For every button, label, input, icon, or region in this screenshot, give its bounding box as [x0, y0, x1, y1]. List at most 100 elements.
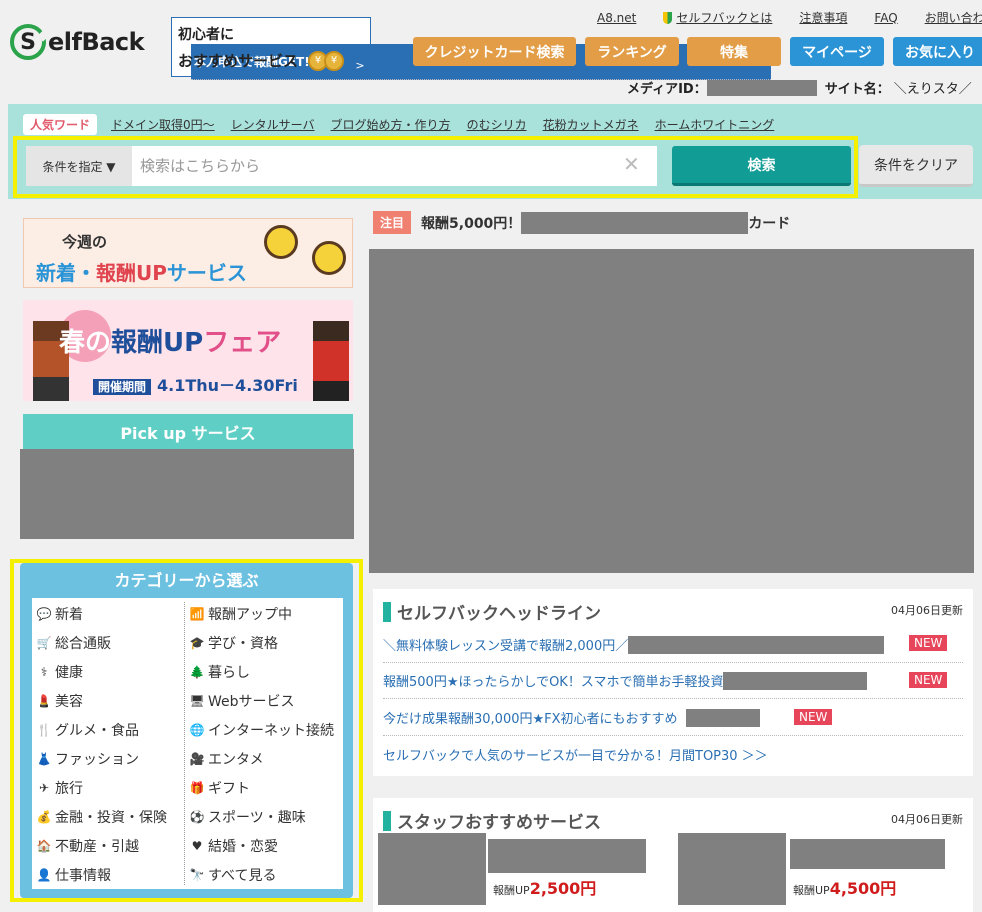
category-item[interactable]: ✈ 旅行 [36, 778, 83, 798]
banner-line2: おすすめサービス [178, 52, 299, 70]
gift-icon: 🎁 [189, 781, 205, 795]
dress-icon: 👗 [36, 752, 52, 766]
graduation-cap-icon: 🎓 [189, 636, 205, 650]
service-name-redacted [488, 839, 646, 873]
link-contact[interactable]: お問い合わせ [925, 9, 982, 26]
popular-word[interactable]: ホームホワイトニング [655, 116, 775, 133]
speech-bubble-icon: 💬 [36, 607, 52, 621]
popular-word[interactable]: ブログ始め方・作り方 [331, 116, 451, 133]
money-bag-icon: 💰 [36, 810, 52, 824]
selfback-logo[interactable]: S elfBack [10, 20, 145, 64]
category-item[interactable]: 🏠 不動産・引越 [36, 836, 139, 856]
bee-icon [312, 241, 346, 275]
link-a8net[interactable]: A8.net [597, 9, 636, 26]
lipstick-icon: 💄 [36, 694, 52, 708]
category-item[interactable]: 🌲 暮らし [189, 662, 250, 682]
media-id-label: メディアID： [627, 82, 707, 97]
new-badge: NEW [909, 635, 948, 651]
search-button[interactable]: 検索 [672, 146, 851, 186]
logo-s-mark: S [10, 24, 46, 60]
house-icon: 🏠 [36, 839, 52, 853]
category-item[interactable]: 🔭 すべて見る [189, 865, 277, 885]
pickup-image-redacted[interactable] [20, 449, 354, 539]
redacted [628, 635, 885, 654]
site-name-value: ＼えりスタ／ [893, 82, 972, 97]
clear-conditions-button[interactable]: 条件をクリア [859, 145, 973, 187]
person-icon: 👤 [36, 868, 52, 882]
category-item[interactable]: ♥ 結婚・恋愛 [189, 836, 278, 856]
category-label: Webサービス [208, 694, 295, 710]
spring-fair-banner[interactable]: 春の報酬UPフェア 開催期間 4.1Thu－4.30Fri [23, 300, 353, 401]
category-item[interactable]: 🌐 インターネット接続 [189, 720, 334, 740]
category-item[interactable]: 💬 新着 [36, 604, 83, 624]
link-notes[interactable]: 注意事項 [799, 9, 847, 26]
headline-item[interactable]: ＼無料体験レッスン受講で報酬2,000円／ [383, 627, 963, 663]
nav-mypage[interactable]: マイページ [790, 37, 884, 66]
top-links: A8.net セルフバックとは 注意事項 FAQ お問い合わせ [597, 9, 982, 26]
nav-ranking[interactable]: ランキング [585, 37, 679, 66]
category-item[interactable]: ⚽ スポーツ・趣味 [189, 807, 306, 827]
category-item[interactable]: 🎁 ギフト [189, 778, 250, 798]
category-label: 報酬アップ中 [208, 607, 292, 623]
category-item[interactable]: 📶 報酬アップ中 [189, 604, 292, 624]
nav-favorites[interactable]: お気に入り [893, 37, 982, 66]
popular-word[interactable]: 花粉カットメガネ [543, 116, 639, 133]
popular-words: 人気ワード ドメイン取得0円～ レンタルサーバ ブログ始め方・作り方 のむシリカ… [23, 114, 790, 135]
bar-chart-icon: 📶 [189, 607, 205, 621]
service-name-redacted [790, 839, 945, 869]
condition-dropdown[interactable]: 条件を指定 ▼ [26, 146, 132, 186]
category-list: 💬 新着 🛒 総合通販 ⚕ 健康 💄 美容 🍴 グルメ・食品 👗 ファッション ✈ 旅行 💰 金融・投資・保険… [32, 598, 343, 889]
binoculars-icon: 🔭 [189, 868, 205, 882]
category-label: 学び・資格 [208, 636, 278, 652]
category-item[interactable]: 🎥 エンタメ [189, 749, 264, 769]
bottle-icon: ⚕ [40, 665, 48, 679]
headline-item-top30[interactable]: セルフバックで人気のサービスが一目で分かる！月間TOP30 ＞＞ [383, 736, 963, 772]
category-item[interactable]: 🖥 Webサービス [189, 691, 295, 711]
woman-illustration [313, 321, 349, 401]
popular-word[interactable]: のむシリカ [467, 116, 527, 133]
service-image-redacted [378, 833, 486, 905]
search-input[interactable] [132, 146, 657, 186]
category-item[interactable]: ⚕ 健康 [36, 662, 83, 682]
main-visual-redacted[interactable] [369, 249, 974, 573]
category-item[interactable]: 🎓 学び・資格 [189, 633, 278, 653]
weekly-line2: 新着・報酬UPサービス [36, 261, 247, 285]
bee-icon [264, 225, 298, 259]
staff-title: スタッフおすすめサービス [383, 808, 601, 833]
category-label: ファッション [55, 752, 139, 768]
pickup-title: Pick up サービス [23, 414, 353, 449]
category-item[interactable]: 👗 ファッション [36, 749, 139, 769]
category-item[interactable]: 💰 金融・投資・保険 [36, 807, 167, 827]
category-item[interactable]: 🛒 総合通販 [36, 633, 111, 653]
category-label: 健康 [55, 665, 83, 681]
category-label: すべて見る [208, 868, 277, 884]
staff-picks-panel: スタッフおすすめサービス 04月06日更新 報酬UP2,500円 報酬UP4,5… [373, 798, 973, 912]
clear-input-icon[interactable]: ✕ [623, 152, 640, 176]
weekly-new-banner[interactable]: 今週の 新着・報酬UPサービス [23, 218, 353, 288]
link-faq[interactable]: FAQ [874, 9, 897, 26]
reward-price: 報酬UP4,500円 [793, 879, 897, 898]
heart-icon: ♥ [191, 839, 203, 853]
featured-notice[interactable]: 注目 報酬5,000円！ カード [373, 211, 790, 234]
category-item[interactable]: 👤 仕事情報 [36, 865, 111, 885]
service-image-redacted [678, 833, 786, 905]
notice-tag: 注目 [373, 211, 412, 234]
popular-word[interactable]: ドメイン取得0円～ [111, 116, 215, 133]
tree-icon: 🌲 [189, 665, 205, 679]
category-label: 新着 [55, 607, 83, 623]
category-item[interactable]: 💄 美容 [36, 691, 83, 711]
category-item[interactable]: 🍴 グルメ・食品 [36, 720, 139, 740]
popular-word[interactable]: レンタルサーバ [231, 116, 315, 133]
headline-item[interactable]: 報酬500円★ほったらかしでOK！スマホで簡単お手軽投資 [383, 663, 963, 699]
nav-special[interactable]: 特集 [687, 37, 781, 66]
link-about-selfback[interactable]: セルフバックとは [663, 9, 772, 26]
beginner-banner[interactable]: 初心者に 本人申込で報酬GET! おすすめサービス ¥ ¥ > [171, 17, 771, 80]
reward-price: 報酬UP2,500円 [493, 879, 597, 898]
category-label: インターネット接続 [208, 723, 334, 739]
sports-icon: ⚽ [189, 810, 205, 824]
new-badge: NEW [794, 709, 833, 725]
headline-item[interactable]: 今だけ成果報酬30,000円★FX初心者にもおすすめ [383, 700, 963, 736]
category-title: カテゴリーから選ぶ [114, 571, 259, 590]
nav-credit-card-search[interactable]: クレジットカード検索 [413, 37, 576, 66]
category-label: 美容 [55, 694, 83, 710]
